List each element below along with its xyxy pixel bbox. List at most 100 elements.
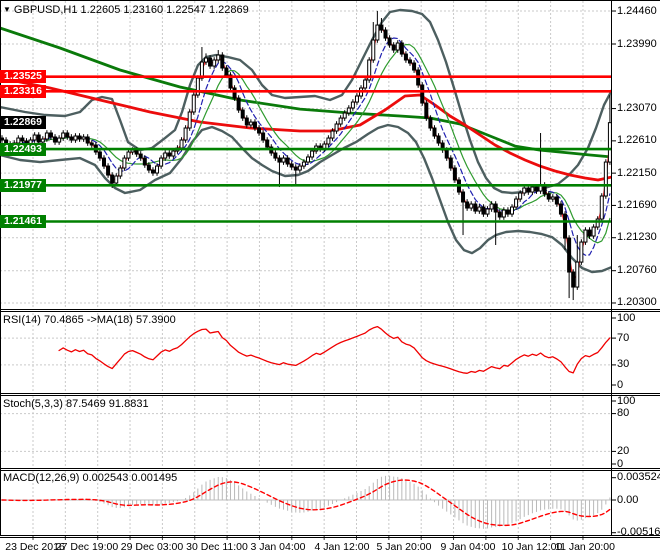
candle-body	[233, 88, 236, 98]
date-axis-label: 29 Dec 03:00	[121, 541, 183, 553]
candle-body	[327, 138, 330, 144]
candle-body	[490, 204, 493, 209]
price-axis-label: 1.20760	[617, 264, 657, 276]
candle-body	[205, 58, 208, 62]
candle-body	[559, 204, 562, 214]
resistance-price-tag: 1.23316	[0, 85, 46, 98]
candle-body	[511, 207, 514, 214]
candles-group	[1, 11, 612, 300]
candle-body	[523, 188, 526, 193]
date-axis-label: 11 Jan 20:00	[555, 541, 615, 553]
candle-body	[225, 68, 228, 75]
chart-title: ▼GBPUSD,H1 1.22605 1.23160 1.22547 1.228…	[3, 4, 249, 16]
candle-body	[580, 242, 583, 262]
candle-body	[49, 133, 52, 137]
candle-body	[45, 133, 48, 139]
candle-body	[506, 210, 509, 214]
rsi-line	[59, 327, 610, 374]
candle-body	[245, 118, 248, 125]
candle-body	[384, 30, 387, 38]
candle-body	[58, 138, 61, 142]
candle-body	[160, 158, 163, 166]
candle-body	[98, 152, 101, 158]
candle-body	[90, 143, 93, 145]
candle-body	[478, 207, 481, 211]
candle-body	[290, 164, 293, 167]
candle-body	[115, 176, 118, 183]
candle-body	[172, 151, 175, 156]
candle-body	[380, 25, 383, 30]
indicator-axis-label: 0	[617, 458, 623, 470]
candle-body	[449, 158, 452, 168]
indicator-axis-label: 0	[617, 379, 623, 391]
candle-body	[82, 137, 85, 139]
candle-body	[494, 204, 497, 212]
indicator-axis-label: -0.005166	[617, 526, 660, 538]
candle-body	[262, 133, 265, 140]
indicator-axis-label: 100	[617, 312, 635, 324]
candle-body	[376, 25, 379, 40]
candle-body	[127, 152, 130, 158]
candle-body	[600, 196, 603, 219]
candle-body	[119, 168, 122, 176]
candle-body	[180, 140, 183, 148]
price-axis-label: 1.24460	[617, 5, 657, 17]
indicator-axis-label: 80	[617, 407, 629, 419]
price-axis-label: 1.22610	[617, 134, 657, 146]
date-axis-label: 30 Dec 11:00	[186, 541, 248, 553]
candle-body	[74, 136, 77, 140]
candle-body	[409, 60, 412, 63]
candle-body	[221, 55, 224, 68]
candle-body	[143, 158, 146, 165]
candle-body	[564, 214, 567, 238]
candle-body	[258, 128, 261, 133]
candle-body	[576, 262, 579, 287]
chevron-down-icon: ▼	[3, 5, 11, 14]
chart-title-text: GBPUSD,H1 1.22605 1.23160 1.22547 1.2286…	[14, 4, 249, 16]
candle-body	[282, 158, 285, 162]
candle-body	[311, 151, 314, 157]
date-axis-label: 10 Jan 12:00	[502, 541, 563, 553]
candle-body	[592, 227, 595, 236]
candle-body	[437, 136, 440, 143]
support-price-tag: 1.22493	[0, 143, 46, 156]
candle-body	[462, 192, 465, 202]
candle-body	[209, 58, 212, 66]
candle-body	[274, 153, 277, 158]
candle-body	[502, 210, 505, 217]
fast-ma-red	[6, 28, 610, 280]
candle-body	[486, 209, 489, 214]
resistance-price-tag: 1.23525	[0, 70, 46, 83]
candle-body	[355, 96, 358, 102]
candle-body	[343, 113, 346, 118]
candle-body	[604, 162, 607, 196]
candle-body	[396, 43, 399, 50]
price-axis-label: 1.22150	[617, 167, 657, 179]
date-axis-label: 9 Jan 04:00	[441, 541, 496, 553]
candle-body	[364, 80, 367, 88]
candle-body	[66, 133, 69, 137]
candle-body	[21, 138, 24, 141]
candle-body	[498, 212, 501, 217]
candle-body	[217, 55, 220, 60]
date-axis-label: 5 Jan 20:00	[377, 541, 432, 553]
candle-body	[335, 124, 338, 131]
candle-body	[156, 166, 159, 173]
candle-body	[188, 112, 191, 128]
candle-body	[470, 204, 473, 208]
candle-body	[33, 135, 36, 140]
candle-body	[54, 137, 57, 142]
candle-body	[266, 140, 269, 147]
indicator-axis-label: 20	[617, 445, 629, 457]
candle-body	[555, 197, 558, 204]
macd-indicator-label: MACD(12,26,9) 0.002543 0.001495	[3, 472, 177, 484]
candle-body	[453, 168, 456, 180]
macd-signal-line	[2, 480, 610, 525]
indicator-axis-label: 0.00	[617, 494, 638, 506]
candle-body	[608, 123, 611, 162]
candle-body	[37, 135, 40, 142]
candle-body	[482, 207, 485, 214]
candle-body	[568, 238, 571, 272]
candle-body	[429, 118, 432, 128]
candle-body	[588, 230, 591, 236]
